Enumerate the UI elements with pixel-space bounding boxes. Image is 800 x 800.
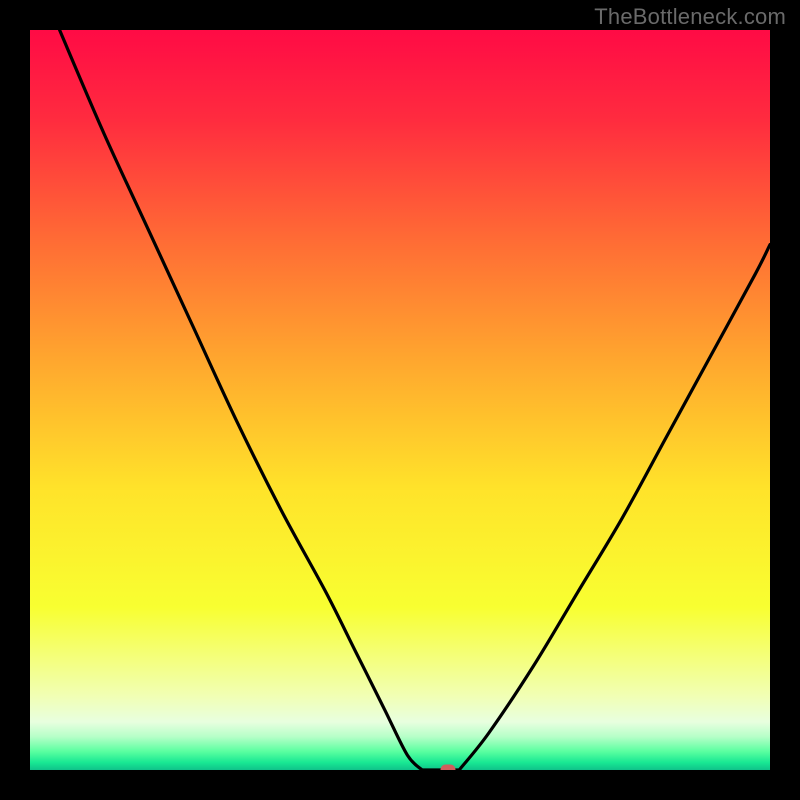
gradient-background <box>30 30 770 770</box>
watermark-text: TheBottleneck.com <box>594 4 786 30</box>
chart-svg <box>30 30 770 770</box>
chart-frame: TheBottleneck.com <box>0 0 800 800</box>
plot-area <box>30 30 770 770</box>
marker-dot <box>441 765 456 771</box>
